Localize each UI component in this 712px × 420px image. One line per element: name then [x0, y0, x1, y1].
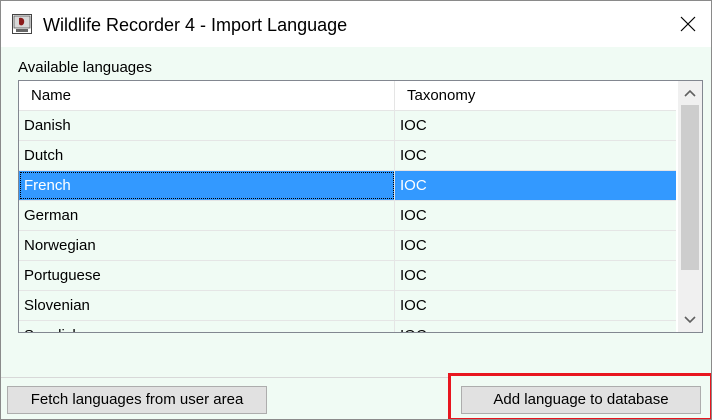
language-row-norwegian[interactable]: Norwegian IOC	[19, 231, 676, 261]
close-icon	[680, 16, 696, 32]
chevron-up-icon	[684, 89, 696, 97]
language-name: Dutch	[19, 141, 395, 170]
language-name: Portuguese	[19, 261, 395, 290]
scroll-up-button[interactable]	[678, 81, 702, 105]
scrollbar-thumb[interactable]	[681, 105, 699, 270]
language-name: Norwegian	[19, 231, 395, 260]
language-name: Slovenian	[19, 291, 395, 320]
language-row-german[interactable]: German IOC	[19, 201, 676, 231]
language-taxonomy: IOC	[400, 117, 427, 134]
language-name: German	[19, 201, 395, 230]
scroll-down-button[interactable]	[678, 308, 702, 332]
language-taxonomy: IOC	[400, 237, 427, 254]
available-languages-label: Available languages	[18, 59, 152, 76]
language-row-dutch[interactable]: Dutch IOC	[19, 141, 676, 171]
language-row-swedish[interactable]: Swedish IOC	[19, 321, 676, 332]
language-rows: Danish IOC Dutch IOC French IOC German I…	[19, 111, 676, 332]
language-row-portuguese[interactable]: Portuguese IOC	[19, 261, 676, 291]
footer-separator	[1, 377, 448, 378]
language-row-french[interactable]: French IOC	[19, 171, 676, 201]
language-name: Swedish	[19, 321, 395, 332]
title-bar[interactable]: Wildlife Recorder 4 - Import Language	[1, 1, 711, 47]
column-header-taxonomy[interactable]: Taxonomy	[395, 81, 676, 110]
vertical-scrollbar[interactable]	[678, 81, 702, 332]
language-taxonomy: IOC	[400, 297, 427, 314]
close-button[interactable]	[665, 1, 711, 47]
column-header-name[interactable]: Name	[19, 81, 395, 110]
language-row-danish[interactable]: Danish IOC	[19, 111, 676, 141]
language-name: Danish	[19, 111, 395, 140]
import-language-dialog: Wildlife Recorder 4 - Import Language Av…	[0, 0, 712, 420]
language-taxonomy: IOC	[400, 177, 427, 194]
language-taxonomy: IOC	[400, 267, 427, 284]
chevron-down-icon	[684, 316, 696, 324]
language-taxonomy: IOC	[400, 147, 427, 164]
fetch-languages-button[interactable]: Fetch languages from user area	[7, 386, 267, 414]
languages-listview[interactable]: Name Taxonomy Danish IOC Dutch IOC Frenc…	[18, 80, 703, 333]
add-language-button[interactable]: Add language to database	[461, 386, 701, 414]
list-header: Name Taxonomy	[19, 81, 676, 111]
language-taxonomy: IOC	[395, 321, 676, 332]
language-row-slovenian[interactable]: Slovenian IOC	[19, 291, 676, 321]
window-title: Wildlife Recorder 4 - Import Language	[43, 15, 348, 35]
language-taxonomy: IOC	[400, 207, 427, 224]
wildlife-recorder-app-icon	[12, 14, 32, 34]
language-name: French	[19, 171, 395, 200]
